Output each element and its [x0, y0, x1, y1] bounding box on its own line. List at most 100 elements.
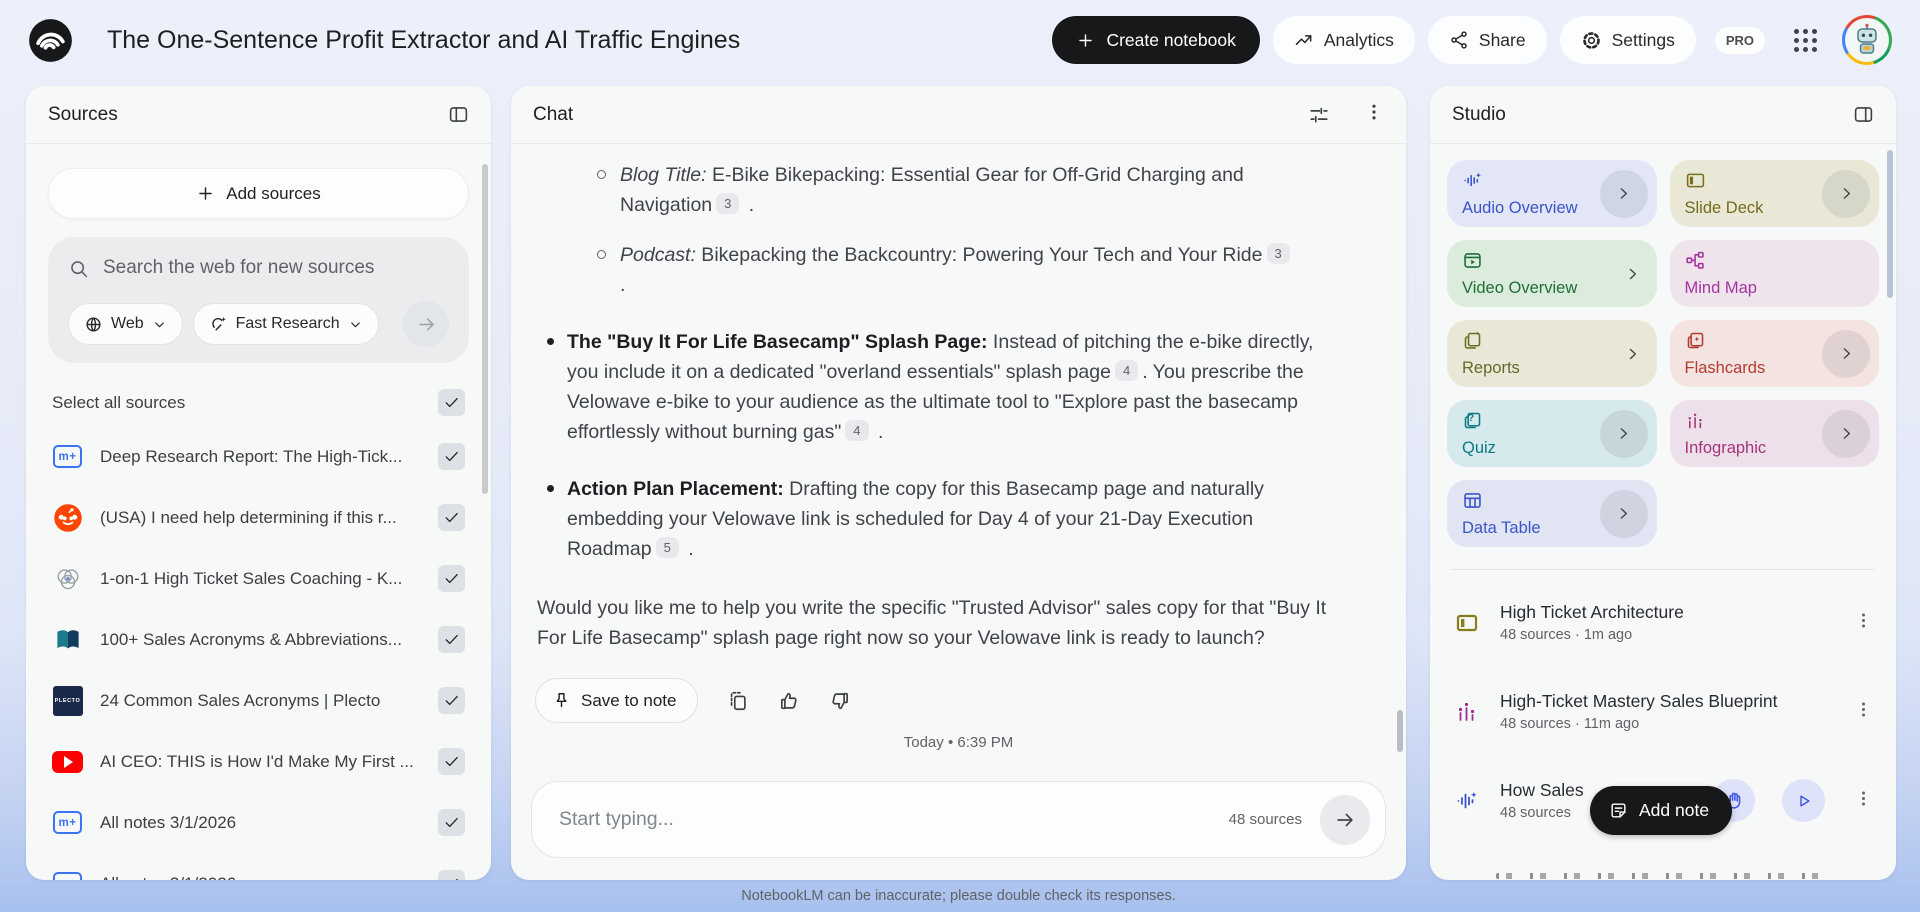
- source-row[interactable]: 1-on-1 High Ticket Sales Coaching - K...: [42, 548, 475, 609]
- play-audio-button[interactable]: [1782, 779, 1825, 822]
- source-row[interactable]: PLECTO 24 Common Sales Acronyms | Plecto: [42, 670, 475, 731]
- add-note-button[interactable]: Add note: [1590, 786, 1732, 835]
- studio-note-row[interactable]: High-Ticket Mastery Sales Blueprint 48 s…: [1447, 667, 1879, 756]
- source-row[interactable]: (USA) I need help determining if this r.…: [42, 487, 475, 548]
- collapse-sources-panel-icon[interactable]: [448, 104, 469, 125]
- studio-note-row[interactable]: High Ticket Architecture 48 sources · 1m…: [1447, 578, 1879, 667]
- source-checkbox[interactable]: [438, 748, 465, 775]
- hollow-bullet-icon: [597, 170, 606, 179]
- chat-panel-title: Chat: [533, 104, 573, 126]
- google-apps-grid-icon[interactable]: [1794, 29, 1817, 52]
- note-more-menu-icon[interactable]: [1854, 700, 1873, 724]
- source-count-label: 48 sources: [1229, 805, 1302, 835]
- citation-chip[interactable]: 3: [1267, 243, 1290, 264]
- source-checkbox[interactable]: [438, 565, 465, 592]
- create-notebook-button[interactable]: Create notebook: [1052, 16, 1259, 64]
- select-all-label: Select all sources: [52, 393, 185, 413]
- sources-scrollbar[interactable]: [482, 164, 488, 494]
- source-search-input[interactable]: [103, 257, 449, 279]
- account-avatar[interactable]: [1842, 15, 1892, 65]
- source-checkbox[interactable]: [438, 687, 465, 714]
- chevron-right-icon[interactable]: [1624, 265, 1641, 282]
- source-row[interactable]: 100+ Sales Acronyms & Abbreviations...: [42, 609, 475, 670]
- tile-flashcards[interactable]: Flashcards: [1670, 320, 1880, 387]
- tile-reports[interactable]: Reports: [1447, 320, 1657, 387]
- question-mark-glyph: ?: [1468, 413, 1474, 424]
- chevron-right-icon[interactable]: [1600, 170, 1648, 218]
- mind-map-icon: [1685, 250, 1706, 271]
- analytics-label: Analytics: [1324, 30, 1394, 51]
- copy-icon[interactable]: [727, 690, 749, 712]
- tile-slide-deck[interactable]: Slide Deck: [1670, 160, 1880, 227]
- thumbs-down-icon[interactable]: [829, 690, 851, 712]
- check-icon: [443, 394, 460, 411]
- studio-panel: Studio Audio Overview Slide Deck: [1430, 86, 1896, 880]
- sub-bullet-label: Podcast:: [620, 244, 696, 266]
- tile-data-table[interactable]: Data Table: [1447, 480, 1657, 547]
- settings-button[interactable]: Settings: [1560, 16, 1696, 64]
- search-icon: [68, 258, 89, 279]
- data-table-icon: [1462, 490, 1483, 511]
- share-icon: [1449, 30, 1469, 50]
- chevron-right-icon[interactable]: [1600, 410, 1648, 458]
- select-all-checkbox[interactable]: [438, 389, 465, 416]
- note-icon: [1609, 801, 1628, 820]
- chat-settings-tune-icon[interactable]: [1308, 104, 1330, 126]
- research-mode-dropdown[interactable]: Fast Research: [193, 303, 379, 345]
- source-row[interactable]: AI CEO: THIS is How I'd Make My First ..…: [42, 731, 475, 792]
- tile-audio-overview[interactable]: Audio Overview: [1447, 160, 1657, 227]
- notebooklm-doc-icon: m+: [52, 868, 83, 880]
- note-more-menu-icon[interactable]: [1854, 789, 1873, 813]
- thumbs-up-icon[interactable]: [778, 690, 800, 712]
- source-checkbox[interactable]: [438, 626, 465, 653]
- add-note-label: Add note: [1639, 800, 1709, 821]
- studio-panel-title: Studio: [1452, 104, 1506, 126]
- analytics-button[interactable]: Analytics: [1273, 16, 1415, 64]
- chevron-right-icon[interactable]: [1624, 345, 1641, 362]
- avatar-robot-image: [1845, 18, 1889, 62]
- citation-chip[interactable]: 3: [716, 193, 739, 214]
- chat-input[interactable]: [559, 808, 1219, 831]
- source-checkbox[interactable]: [438, 870, 465, 880]
- add-sources-button[interactable]: Add sources: [48, 168, 469, 219]
- video-player-icon: [1462, 250, 1483, 271]
- citation-chip[interactable]: 4: [1115, 360, 1138, 381]
- collapse-studio-panel-icon[interactable]: [1853, 104, 1874, 125]
- notebook-title[interactable]: The One-Sentence Profit Extractor and AI…: [107, 26, 740, 55]
- search-submit-button[interactable]: [403, 301, 449, 347]
- source-checkbox[interactable]: [438, 504, 465, 531]
- arrow-right-icon: [1334, 809, 1356, 831]
- note-more-menu-icon[interactable]: [1854, 611, 1873, 635]
- share-button[interactable]: Share: [1428, 16, 1547, 64]
- chat-closing-paragraph: Would you like me to help you write the …: [537, 593, 1342, 653]
- chat-more-menu-icon[interactable]: [1364, 102, 1384, 127]
- source-row[interactable]: m+ Deep Research Report: The High-Tick..…: [42, 426, 475, 487]
- tile-video-overview[interactable]: Video Overview: [1447, 240, 1657, 307]
- studio-scrollbar[interactable]: [1887, 150, 1893, 298]
- citation-chip[interactable]: 5: [656, 537, 679, 558]
- tile-infographic[interactable]: Infographic: [1670, 400, 1880, 467]
- tile-quiz[interactable]: ? Quiz: [1447, 400, 1657, 467]
- chevron-right-icon[interactable]: [1822, 330, 1870, 378]
- source-checkbox[interactable]: [438, 809, 465, 836]
- pin-icon: [552, 691, 571, 710]
- source-label: (USA) I need help determining if this r.…: [100, 508, 421, 528]
- chat-scrollbar[interactable]: [1397, 710, 1403, 752]
- send-button[interactable]: [1320, 795, 1370, 845]
- bullet-icon: [547, 338, 554, 345]
- source-row[interactable]: m+ All notes 3/1/2026: [42, 853, 475, 880]
- chevron-right-icon[interactable]: [1822, 410, 1870, 458]
- tile-mind-map[interactable]: Mind Map: [1670, 240, 1880, 307]
- save-to-note-button[interactable]: Save to note: [535, 678, 698, 723]
- chevron-right-icon[interactable]: [1822, 170, 1870, 218]
- sources-panel: Sources Add sources Web: [26, 86, 491, 880]
- chevron-right-icon[interactable]: [1600, 490, 1648, 538]
- pro-badge: PRO: [1715, 27, 1765, 54]
- web-filter-dropdown[interactable]: Web: [68, 303, 183, 345]
- tile-label: Infographic: [1685, 439, 1767, 458]
- tile-label: Audio Overview: [1462, 199, 1578, 218]
- citation-chip[interactable]: 4: [845, 420, 868, 441]
- source-checkbox[interactable]: [438, 443, 465, 470]
- notebooklm-logo-icon[interactable]: [28, 18, 73, 63]
- source-row[interactable]: m+ All notes 3/1/2026: [42, 792, 475, 853]
